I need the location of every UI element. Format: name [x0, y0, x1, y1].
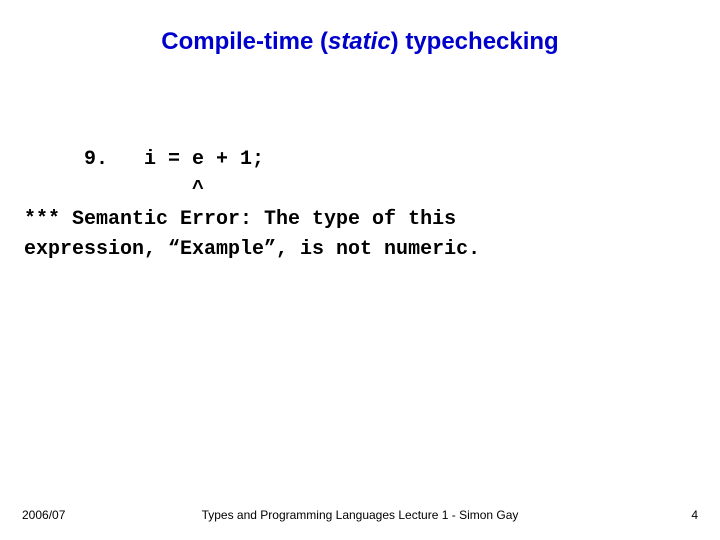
- code-line-1: 9. i = e + 1;: [24, 148, 264, 171]
- title-prefix: Compile-time (: [161, 28, 328, 55]
- code-block: 9. i = e + 1; ^ *** Semantic Error: The …: [24, 145, 480, 265]
- footer-course: Types and Programming Languages Lecture …: [0, 508, 720, 522]
- slide-title: Compile-time (static) typechecking: [0, 0, 720, 56]
- code-line-2: ^: [24, 178, 204, 201]
- code-line-3: *** Semantic Error: The type of this: [24, 208, 456, 231]
- code-line-4: expression, “Example”, is not numeric.: [24, 238, 480, 261]
- page-number: 4: [691, 508, 698, 522]
- title-italic: static: [328, 28, 391, 55]
- title-suffix: ) typechecking: [391, 28, 559, 55]
